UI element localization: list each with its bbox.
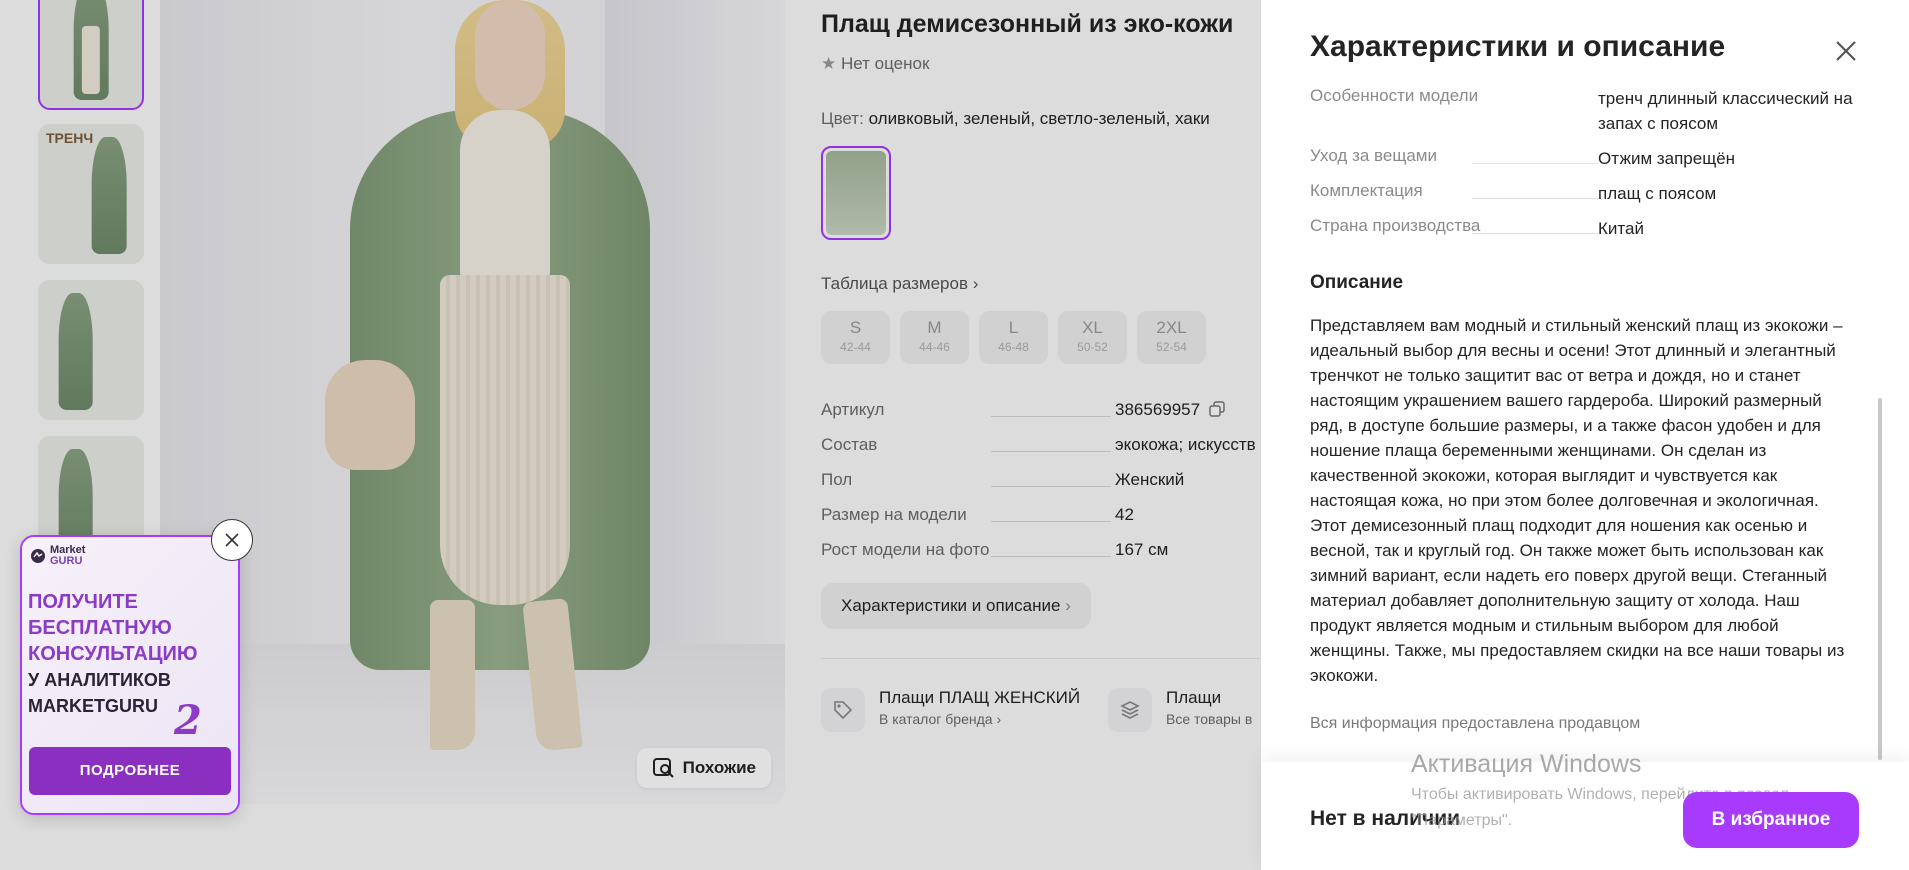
- characteristics-panel: Характеристики и описание Особенности мо…: [1261, 0, 1909, 870]
- description-text: Представляем вам модный и стильный женск…: [1310, 316, 1845, 685]
- close-icon: [1836, 41, 1856, 61]
- logo-icon: [31, 549, 45, 563]
- promo-close-button[interactable]: [211, 519, 253, 561]
- panel-bottom-bar: Нет в наличии Активация Windows Чтобы ак…: [1261, 750, 1909, 870]
- promo-details-button[interactable]: ПОДРОБНЕЕ: [29, 747, 231, 795]
- panel-spec-row: Особенности модели тренч длинный классич…: [1310, 86, 1853, 133]
- promo-banner[interactable]: Market GURU ПОЛУЧИТЕ БЕСПЛАТНУЮ КОНСУЛЬТ…: [20, 535, 240, 815]
- panel-spec-row: Комплектация плащ с поясом: [1310, 181, 1717, 203]
- seller-info-note: Вся информация предоставлена продавцом: [1310, 715, 1641, 732]
- windows-activation-title: Активация Windows: [1411, 750, 1642, 778]
- add-to-favorites-button[interactable]: В избранное: [1683, 792, 1859, 848]
- panel-close-button[interactable]: [1833, 38, 1859, 64]
- panel-spec-row: Страна производства Китай: [1310, 216, 1644, 238]
- scrollbar[interactable]: [1878, 398, 1882, 760]
- promo-number: 2: [174, 697, 202, 744]
- promo-headline: ПОЛУЧИТЕ БЕСПЛАТНУЮ КОНСУЛЬТАЦИЮ У АНАЛИ…: [28, 591, 198, 716]
- description-title: Описание: [1310, 272, 1404, 293]
- panel-spec-row: Уход за вещами Отжим запрещён: [1310, 146, 1736, 168]
- close-icon: [225, 533, 239, 547]
- panel-title: Характеристики и описание: [1310, 30, 1726, 63]
- marketguru-logo: Market GURU: [30, 545, 85, 567]
- product-page: ТРЕНЧ Похожие Плащ демисезонный из эко-к…: [0, 0, 1909, 870]
